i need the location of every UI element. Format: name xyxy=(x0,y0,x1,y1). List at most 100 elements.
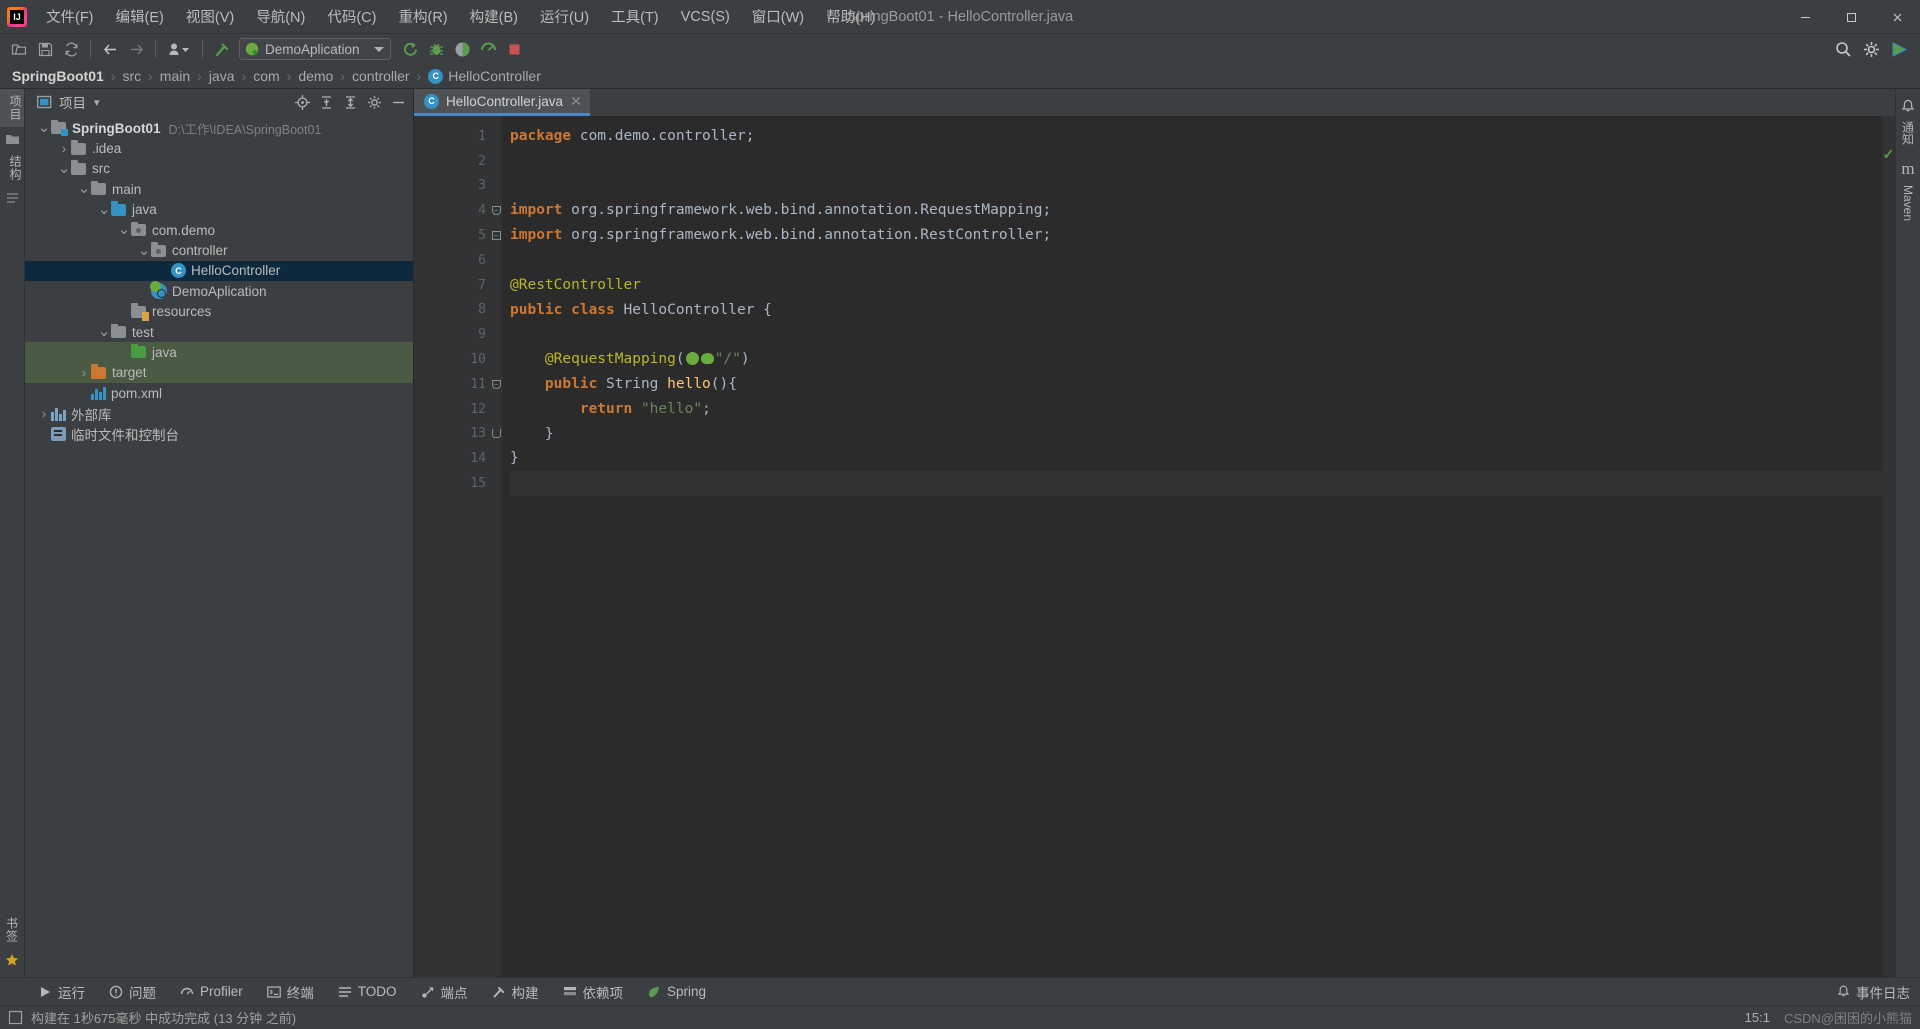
tree-node-java[interactable]: java xyxy=(25,342,413,363)
chevron-down-icon[interactable]: ⌄ xyxy=(77,181,91,196)
tree-node-外部库[interactable]: › 外部库 xyxy=(25,403,413,423)
debug-icon[interactable] xyxy=(423,37,449,61)
code-fold-toggle[interactable] xyxy=(490,422,502,447)
run-icon[interactable] xyxy=(397,37,423,61)
breadcrumb-item-demo[interactable]: demo xyxy=(298,68,333,84)
code-line[interactable]: import org.springframework.web.bind.anno… xyxy=(510,198,1882,223)
profiler-icon[interactable] xyxy=(475,37,501,61)
code-line[interactable] xyxy=(510,248,1882,273)
tree-node-demoaplication[interactable]: DemoAplication xyxy=(25,281,413,301)
open-folder-icon[interactable] xyxy=(6,37,32,61)
project-dropdown-caret-icon[interactable]: ▾ xyxy=(94,96,100,109)
line-number[interactable]: 15 xyxy=(414,471,490,496)
caret-position[interactable]: 15:1 xyxy=(1745,1010,1770,1025)
chevron-down-icon[interactable]: ⌄ xyxy=(37,120,51,135)
save-icon[interactable] xyxy=(32,37,58,61)
tree-node-main[interactable]: ⌄ main xyxy=(25,179,413,199)
tree-node-pom-xml[interactable]: pom.xml xyxy=(25,383,413,403)
minimize-button[interactable] xyxy=(1782,0,1828,34)
back-arrow-icon[interactable] xyxy=(97,37,123,61)
chevron-down-icon[interactable]: ⌄ xyxy=(137,243,151,258)
toolwindow-profiler[interactable]: Profiler xyxy=(168,980,255,1004)
project-tree[interactable]: ⌄ SpringBoot01 D:\工作\IDEA\SpringBoot01 › .id… xyxy=(25,115,413,977)
chevron-right-icon[interactable]: › xyxy=(57,141,71,156)
code-fold-toggle[interactable]: − xyxy=(490,198,502,223)
tree-node-springboot01[interactable]: ⌄ SpringBoot01 D:\工作\IDEA\SpringBoot01 xyxy=(25,118,413,138)
close-icon[interactable]: ✕ xyxy=(570,94,582,108)
toolwindow-todo[interactable]: TODO xyxy=(326,980,409,1004)
notifications-bell-icon[interactable] xyxy=(1896,95,1920,117)
sync-icon[interactable] xyxy=(58,37,84,61)
code-editor[interactable]: 1 2 3 4 5 6 7 8 9 10 11 12 13 14 15 − − − package com.de… xyxy=(414,116,1895,977)
tree-node-target[interactable]: › target xyxy=(25,362,413,384)
toolwindow-terminal[interactable]: 终端 xyxy=(255,980,326,1004)
code-fold-toggle[interactable]: − xyxy=(490,372,502,397)
code-line[interactable]: public String hello(){ xyxy=(510,372,1882,397)
chevron-down-icon[interactable]: ⌄ xyxy=(117,222,131,237)
line-number[interactable]: 8 xyxy=(414,298,490,323)
tree-node-test[interactable]: ⌄ test xyxy=(25,322,413,342)
line-number[interactable]: 2 xyxy=(414,149,490,174)
tree-node-java[interactable]: ⌄ java xyxy=(25,200,413,220)
breadcrumb-item-src[interactable]: src xyxy=(122,68,141,84)
code-line[interactable] xyxy=(510,322,1882,347)
line-number[interactable]: 5 xyxy=(414,223,490,248)
menu-vcs[interactable]: VCS(S) xyxy=(670,6,741,28)
rail-item-maven[interactable]: Maven xyxy=(1901,181,1915,225)
line-number[interactable]: 11 xyxy=(414,372,490,397)
line-number[interactable]: 14 xyxy=(414,446,490,471)
inspection-gutter[interactable]: ✓ xyxy=(1882,116,1895,977)
collapse-all-icon[interactable] xyxy=(315,91,337,113)
breadcrumb-item-hellocontroller[interactable]: HelloController xyxy=(448,68,541,84)
build-hammer-icon[interactable] xyxy=(209,37,235,61)
breadcrumb-item-com[interactable]: com xyxy=(253,68,279,84)
chevron-right-icon[interactable]: › xyxy=(37,406,51,421)
chevron-down-icon[interactable]: ⌄ xyxy=(97,202,111,217)
menu-edit[interactable]: 编辑(E) xyxy=(105,3,175,30)
line-number[interactable]: 7 xyxy=(414,273,490,298)
line-number[interactable]: 1 xyxy=(414,124,490,149)
line-number[interactable]: 4 xyxy=(414,198,490,223)
chevron-down-icon[interactable]: ⌄ xyxy=(97,324,111,339)
user-dropdown-icon[interactable] xyxy=(162,37,196,61)
chevron-right-icon[interactable]: › xyxy=(77,365,91,380)
code-line[interactable]: } xyxy=(510,422,1882,447)
line-number-gutter[interactable]: 1 2 3 4 5 6 7 8 9 10 11 12 13 14 15 xyxy=(414,116,490,977)
line-number[interactable]: 9 xyxy=(414,322,490,347)
rail-item-structure[interactable]: 结构 xyxy=(0,149,24,187)
code-folding-gutter[interactable]: − − − xyxy=(490,116,502,977)
menu-code[interactable]: 代码(C) xyxy=(316,3,387,30)
code-line[interactable] xyxy=(510,471,1882,496)
code-fold-toggle[interactable]: − xyxy=(490,223,502,248)
code-line[interactable]: import org.springframework.web.bind.anno… xyxy=(510,223,1882,248)
hide-panel-icon[interactable] xyxy=(387,91,409,113)
menu-file[interactable]: 文件(F) xyxy=(35,3,105,30)
line-number[interactable]: 3 xyxy=(414,174,490,199)
locate-file-icon[interactable] xyxy=(291,91,313,113)
plugin-icon[interactable] xyxy=(1886,37,1912,61)
code-line[interactable]: @RestController xyxy=(510,273,1882,298)
line-number[interactable]: 6 xyxy=(414,248,490,273)
line-number[interactable]: 12 xyxy=(414,397,490,422)
toolwindow-build[interactable]: 构建 xyxy=(480,980,551,1004)
stop-icon[interactable] xyxy=(501,37,527,61)
breadcrumb-item-controller[interactable]: controller xyxy=(352,68,410,84)
menu-refactor[interactable]: 重构(R) xyxy=(387,3,458,30)
breadcrumb-item-springboot01[interactable]: SpringBoot01 xyxy=(12,68,104,84)
close-button[interactable] xyxy=(1874,0,1920,34)
rail-item-notifications[interactable]: 通知 xyxy=(1900,117,1917,149)
expand-all-icon[interactable] xyxy=(339,91,361,113)
bookmark-list-icon[interactable] xyxy=(0,187,25,209)
menu-navigate[interactable]: 导航(N) xyxy=(245,3,316,30)
collapse-icon[interactable]: − xyxy=(491,206,501,216)
status-info-icon[interactable] xyxy=(8,1010,23,1025)
tree-node-resources[interactable]: resources xyxy=(25,302,413,322)
rail-item-project[interactable]: 项目 xyxy=(0,89,24,127)
code-line[interactable]: } xyxy=(510,446,1882,471)
code-line[interactable]: public class HelloController { xyxy=(510,298,1882,323)
menu-tools[interactable]: 工具(T) xyxy=(600,3,670,30)
code-line[interactable] xyxy=(510,174,1882,199)
maximize-button[interactable] xyxy=(1828,0,1874,34)
line-number[interactable]: 10 xyxy=(414,347,490,372)
toolwindow-problems[interactable]: 问题 xyxy=(97,980,168,1004)
